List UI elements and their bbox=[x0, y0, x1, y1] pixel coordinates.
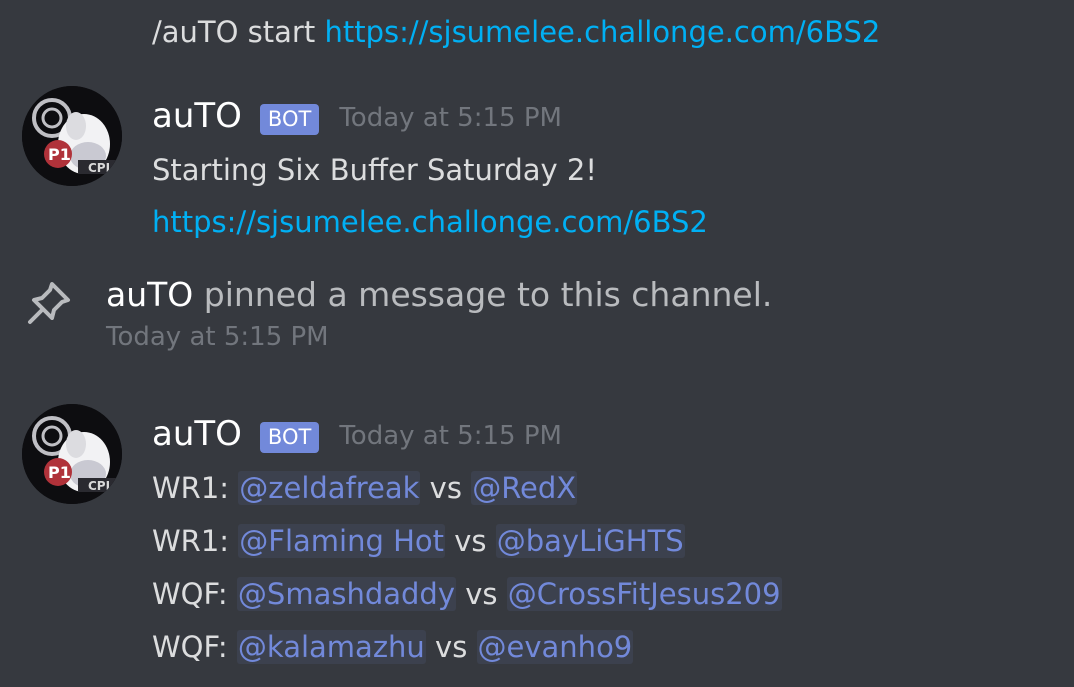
username[interactable]: auTO bbox=[152, 414, 242, 454]
player-mention[interactable]: @evanho9 bbox=[476, 630, 634, 664]
player-mention[interactable]: @Smashdaddy bbox=[236, 577, 456, 611]
username[interactable]: auTO bbox=[152, 96, 242, 136]
system-actor[interactable]: auTO bbox=[106, 275, 193, 314]
player-mention[interactable]: @CrossFitJesus209 bbox=[506, 577, 782, 611]
avatar-icon: CPI P1 bbox=[22, 86, 122, 186]
message-header: auTO BOT Today at 5:15 PM bbox=[152, 414, 562, 454]
command-message: /auTO start https://sjsumelee.challonge.… bbox=[152, 12, 880, 52]
match-round: WR1: bbox=[152, 524, 239, 558]
timestamp[interactable]: Today at 5:15 PM bbox=[339, 103, 562, 133]
match-vs: vs bbox=[456, 577, 507, 611]
timestamp[interactable]: Today at 5:15 PM bbox=[339, 421, 562, 451]
system-action[interactable]: pinned a message to this channel. bbox=[193, 275, 773, 314]
avatar[interactable]: CPI P1 bbox=[22, 404, 122, 504]
player-mention[interactable]: @zeldafreak bbox=[238, 471, 421, 505]
player-mention[interactable]: @kalamazhu bbox=[236, 630, 426, 664]
chat-messages: /auTO start https://sjsumelee.challonge.… bbox=[0, 0, 1074, 687]
match-line: WR1: @Flaming Hot vs @bayLiGHTS bbox=[152, 521, 685, 561]
command-link[interactable]: https://sjsumelee.challonge.com/6BS2 bbox=[324, 15, 880, 49]
command-text: /auTO start bbox=[152, 15, 325, 49]
player-mention[interactable]: @bayLiGHTS bbox=[495, 524, 685, 558]
system-timestamp[interactable]: Today at 5:15 PM bbox=[106, 322, 329, 352]
message-link-line: https://sjsumelee.challonge.com/6BS2 bbox=[152, 202, 708, 242]
svg-text:CPI: CPI bbox=[88, 479, 110, 493]
player-mention[interactable]: @RedX bbox=[471, 471, 578, 505]
match-round: WQF: bbox=[152, 630, 237, 664]
match-round: WQF: bbox=[152, 577, 237, 611]
avatar-badge: P1 bbox=[48, 463, 71, 482]
bot-tag: BOT bbox=[259, 421, 320, 453]
message-text: Starting Six Buffer Saturday 2! bbox=[152, 153, 597, 187]
pin-icon bbox=[28, 282, 70, 324]
message-header: auTO BOT Today at 5:15 PM bbox=[152, 96, 562, 136]
match-line: WQF: @Smashdaddy vs @CrossFitJesus209 bbox=[152, 574, 782, 614]
match-line: WQF: @kalamazhu vs @evanho9 bbox=[152, 627, 634, 667]
message-link[interactable]: https://sjsumelee.challonge.com/6BS2 bbox=[152, 205, 708, 239]
match-vs: vs bbox=[425, 630, 477, 664]
avatar-badge: P1 bbox=[48, 145, 71, 164]
bot-tag: BOT bbox=[259, 103, 320, 135]
svg-text:CPI: CPI bbox=[88, 161, 110, 175]
match-vs: vs bbox=[445, 524, 496, 558]
match-vs: vs bbox=[420, 471, 472, 505]
system-text: auTO pinned a message to this channel. bbox=[106, 273, 772, 317]
match-round: WR1: bbox=[152, 471, 239, 505]
avatar[interactable]: CPI P1 bbox=[22, 86, 122, 186]
match-line: WR1: @zeldafreak vs @RedX bbox=[152, 468, 578, 508]
player-mention[interactable]: @Flaming Hot bbox=[238, 524, 446, 558]
avatar-icon: CPI P1 bbox=[22, 404, 122, 504]
